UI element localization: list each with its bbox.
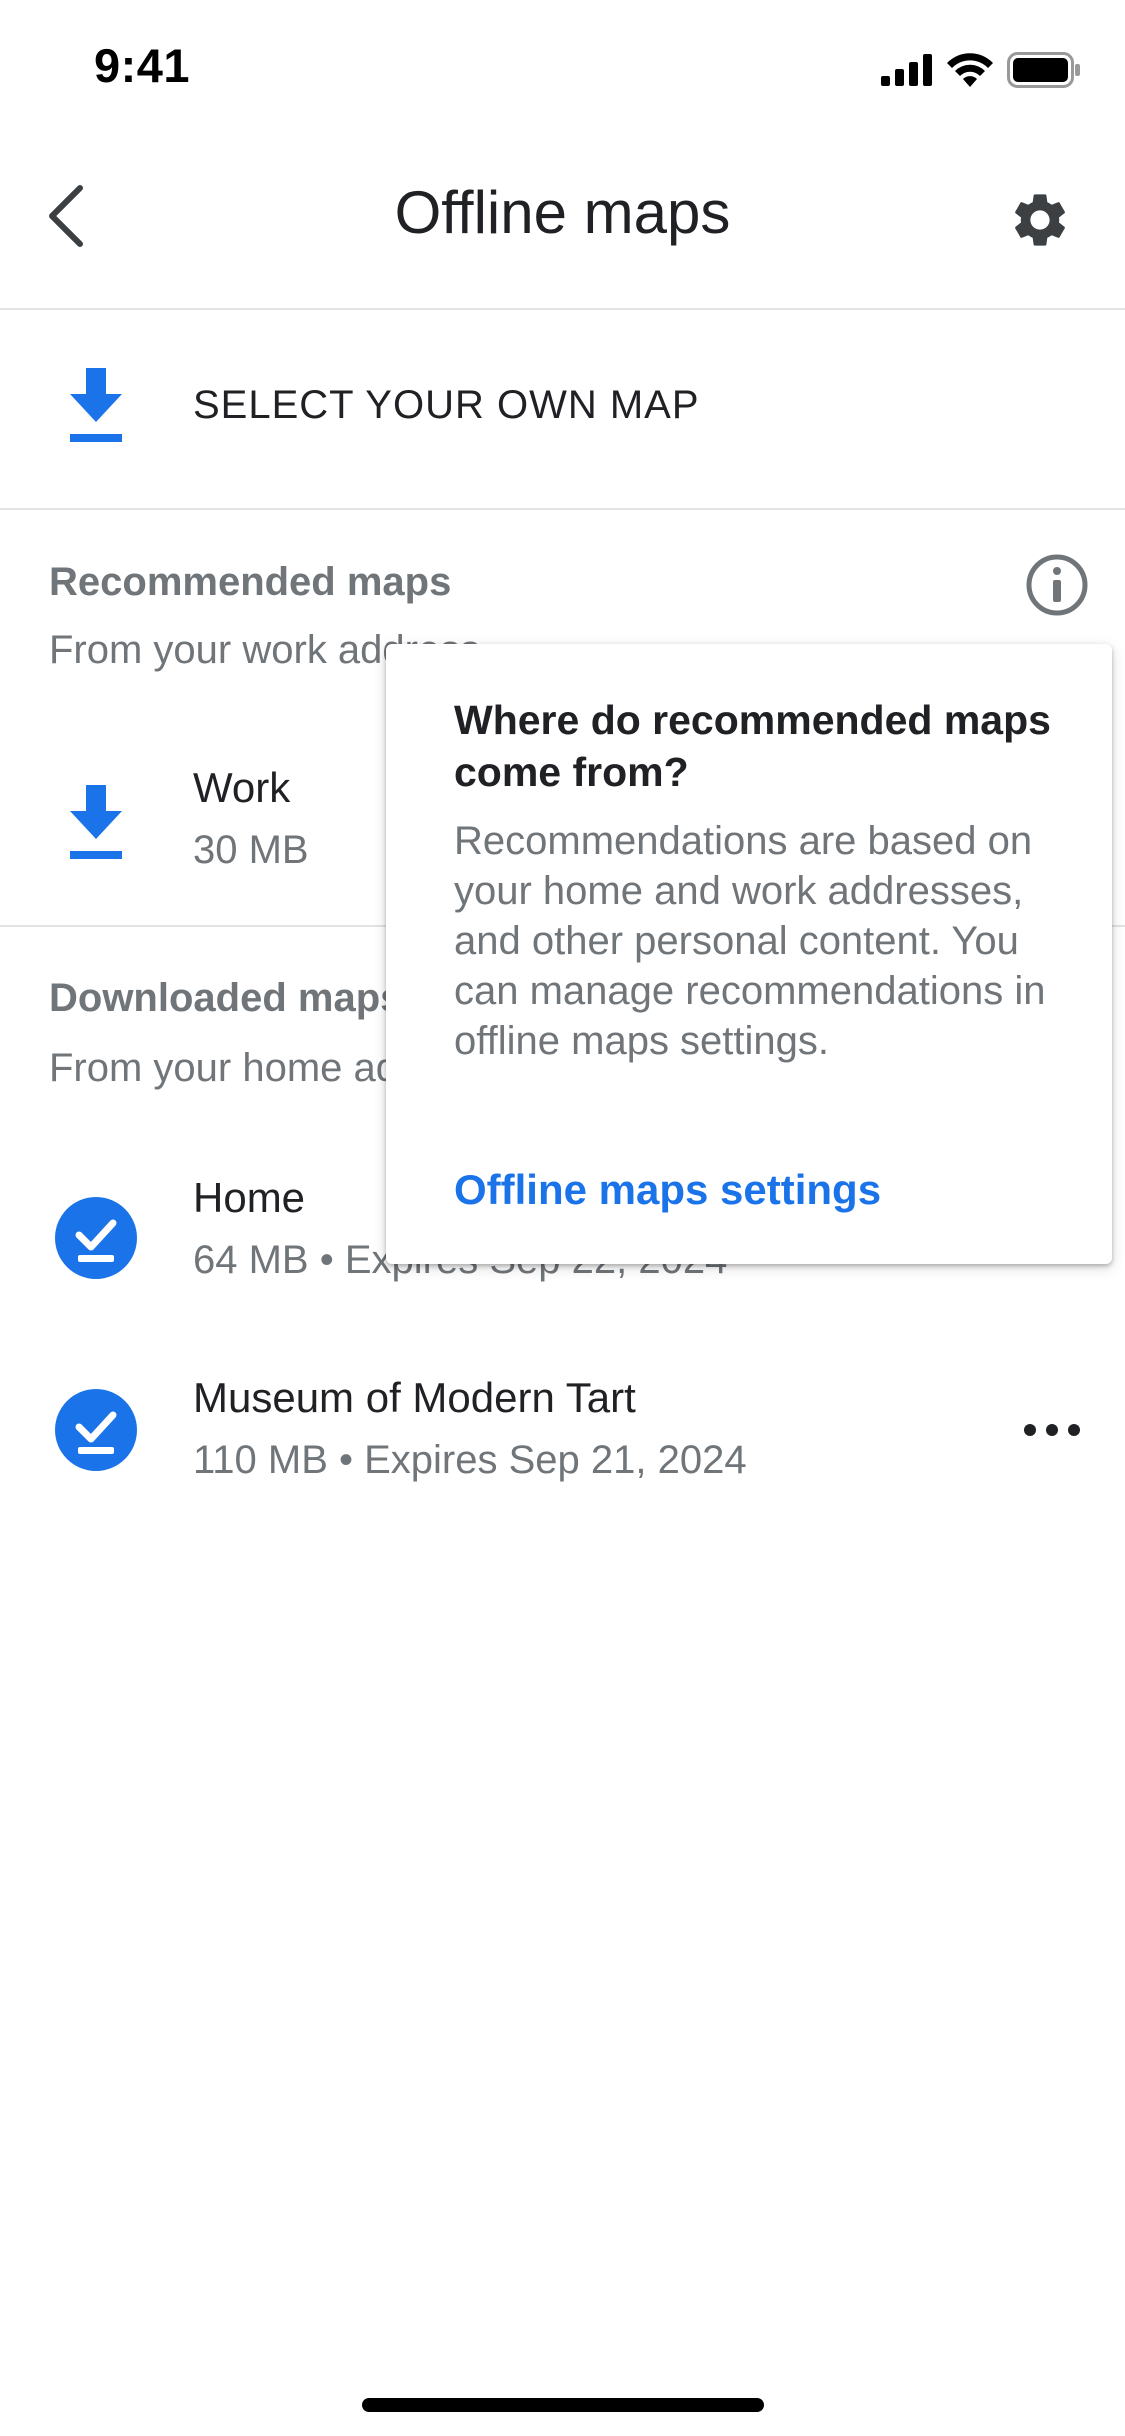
item-meta: 110 MB • Expires Sep 21, 2024 [193,1438,747,1482]
downloaded-title: Downloaded maps [49,976,403,1020]
check-download-icon [55,1197,137,1279]
wifi-icon [947,53,993,87]
select-own-map-label: SELECT YOUR OWN MAP [193,383,700,427]
item-name: Work [193,764,291,811]
download-icon [70,368,122,442]
check-download-icon [55,1389,137,1471]
settings-button[interactable] [1004,184,1076,256]
info-popover: Where do recommended maps come from? Rec… [386,644,1112,1264]
status-time: 9:41 [94,39,191,92]
item-name: Home [193,1174,306,1221]
item-meta: 30 MB [193,828,309,872]
list-item-museum[interactable]: Museum of Modern Tart 110 MB • Expires S… [0,1342,1125,1522]
select-divider [0,508,1125,510]
battery-icon [1007,52,1080,88]
gear-icon [1015,194,1065,246]
popover-title: Where do recommended maps come from? [454,697,1051,795]
download-icon [70,785,122,859]
home-indicator[interactable] [362,2398,764,2412]
more-horizontal-icon[interactable] [1024,1410,1080,1450]
offline-maps-settings-link[interactable]: Offline maps settings [454,1166,881,1214]
signal-icon [881,54,932,86]
recommended-title: Recommended maps [49,560,452,604]
status-icons [881,50,1081,90]
page-title: Offline maps [394,179,731,246]
info-icon[interactable] [1024,552,1090,618]
item-name: Museum of Modern Tart [193,1374,636,1421]
popover-body: Recommendations are based on your home a… [454,819,1046,1063]
